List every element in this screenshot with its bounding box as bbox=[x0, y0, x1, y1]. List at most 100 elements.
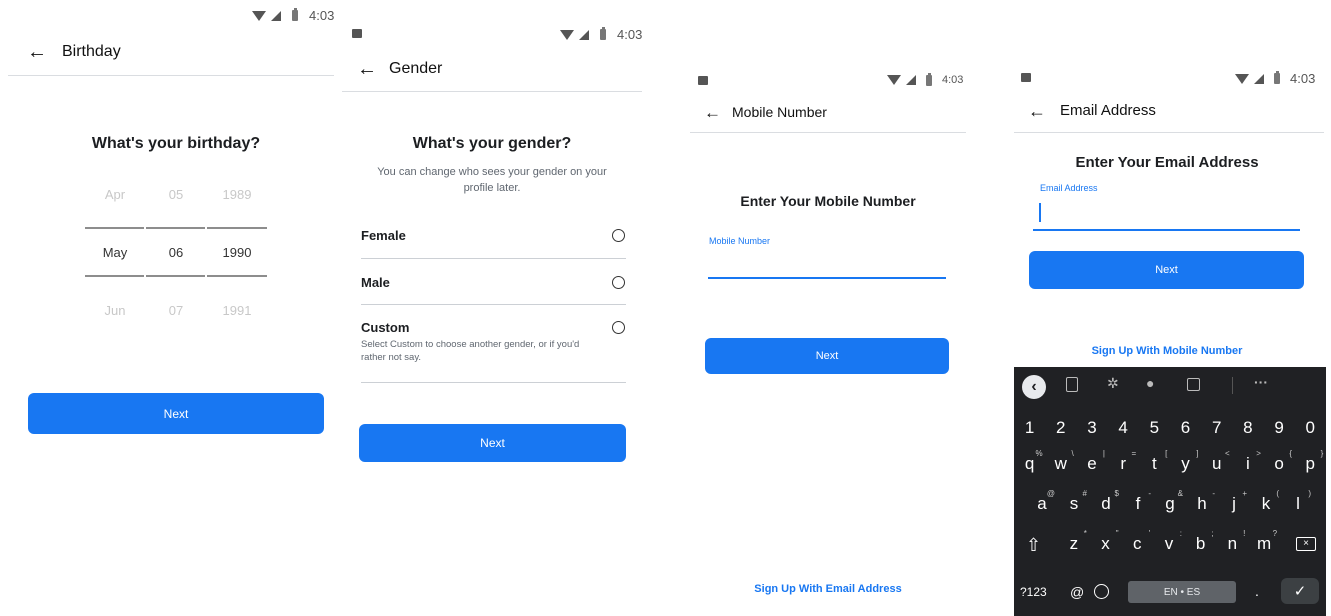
key-j[interactable]: j + bbox=[1220, 489, 1248, 514]
key-f[interactable]: f- bbox=[1124, 489, 1152, 514]
key-e[interactable]: e | bbox=[1078, 449, 1106, 474]
key-q[interactable]: q% bbox=[1016, 449, 1044, 474]
battery-icon bbox=[1274, 71, 1280, 84]
text-cursor bbox=[1039, 203, 1041, 222]
mobile-number-input[interactable] bbox=[708, 250, 946, 278]
key-2[interactable]: 2 bbox=[1047, 418, 1075, 438]
key-b[interactable]: b; bbox=[1187, 529, 1215, 554]
back-arrow-icon[interactable]: ← bbox=[27, 42, 47, 62]
next-button[interactable]: Next bbox=[1029, 251, 1304, 289]
key-d[interactable]: d $ bbox=[1092, 489, 1120, 514]
page-title: Mobile Number bbox=[732, 104, 827, 120]
picker-day-selected[interactable]: 06 bbox=[146, 245, 206, 260]
symbols-key[interactable]: ?123 bbox=[1020, 585, 1047, 599]
mobile-heading: Enter Your Mobile Number bbox=[740, 193, 916, 209]
page-title: Birthday bbox=[62, 43, 121, 60]
key-k[interactable]: k( bbox=[1252, 489, 1280, 514]
status-time: 4:03 bbox=[617, 27, 643, 42]
picker-day-prev[interactable]: 05 bbox=[146, 187, 206, 202]
key-6[interactable]: 6 bbox=[1172, 418, 1200, 438]
backspace-icon[interactable]: × bbox=[1296, 537, 1316, 551]
back-arrow-icon[interactable]: ← bbox=[1028, 101, 1046, 121]
key-y[interactable]: y] bbox=[1172, 449, 1200, 474]
picker-year-prev[interactable]: 1989 bbox=[207, 187, 267, 202]
radio-button[interactable] bbox=[612, 321, 625, 334]
sticker-icon[interactable] bbox=[1187, 378, 1200, 391]
key-x[interactable]: x " bbox=[1092, 529, 1120, 554]
settings-gear-icon[interactable]: ✲ bbox=[1107, 375, 1119, 392]
battery-icon bbox=[926, 72, 932, 86]
key-7[interactable]: 7 bbox=[1203, 418, 1231, 438]
sign-up-mobile-link[interactable]: Sign Up With Mobile Number bbox=[1014, 345, 1320, 357]
key-z[interactable]: z * bbox=[1060, 529, 1088, 554]
theme-palette-icon[interactable]: ● bbox=[1146, 375, 1154, 391]
picker-day-next[interactable]: 07 bbox=[146, 303, 206, 318]
key-t[interactable]: t[ bbox=[1140, 449, 1168, 474]
gender-option-female[interactable]: Female bbox=[361, 216, 628, 258]
header-divider bbox=[690, 132, 966, 133]
picker-month-next[interactable]: Jun bbox=[85, 303, 145, 318]
space-bar[interactable]: EN • ES bbox=[1128, 581, 1236, 603]
key-u[interactable]: u < bbox=[1203, 449, 1231, 474]
key-8[interactable]: 8 bbox=[1234, 418, 1262, 438]
next-button[interactable]: Next bbox=[28, 393, 324, 434]
birthday-picker[interactable]: Apr May Jun 05 06 07 1989 1990 1991 bbox=[85, 180, 267, 330]
key-a[interactable]: a @ bbox=[1028, 489, 1056, 514]
header-divider bbox=[1014, 132, 1324, 133]
picker-year-selected[interactable]: 1990 bbox=[207, 245, 267, 260]
key-r[interactable]: r = bbox=[1109, 449, 1137, 474]
picker-year-next[interactable]: 1991 bbox=[207, 303, 267, 318]
more-options-icon[interactable]: ··· bbox=[1254, 374, 1268, 390]
birthday-heading: What's your birthday? bbox=[91, 135, 261, 152]
key-i[interactable]: i > bbox=[1234, 449, 1262, 474]
email-heading: Enter Your Email Address bbox=[1075, 154, 1259, 171]
next-button[interactable]: Next bbox=[705, 338, 949, 374]
key-3[interactable]: 3 bbox=[1078, 418, 1106, 438]
back-arrow-icon[interactable]: ← bbox=[357, 59, 377, 79]
key-0[interactable]: 0 bbox=[1296, 418, 1324, 438]
period-key[interactable]: . bbox=[1255, 583, 1259, 599]
keyboard-row-numbers: 1 2 3 4 5 6 7 8 9 0 bbox=[1014, 418, 1326, 438]
key-p[interactable]: p} bbox=[1296, 449, 1324, 474]
back-arrow-icon[interactable]: ← bbox=[704, 103, 721, 123]
gender-option-custom[interactable]: Custom Select Custom to choose another g… bbox=[361, 312, 628, 378]
key-c[interactable]: c ' bbox=[1123, 529, 1151, 554]
wifi-icon bbox=[1235, 73, 1249, 84]
gender-subtitle: You can change who sees your gender on y… bbox=[377, 166, 607, 194]
key-v[interactable]: v: bbox=[1155, 529, 1183, 554]
key-l[interactable]: l) bbox=[1284, 489, 1312, 514]
key-s[interactable]: s # bbox=[1060, 489, 1088, 514]
picker-month-selected[interactable]: May bbox=[85, 245, 145, 260]
key-h[interactable]: h- bbox=[1188, 489, 1216, 514]
key-g[interactable]: g & bbox=[1156, 489, 1184, 514]
image-notification-icon bbox=[1021, 73, 1031, 82]
key-m[interactable]: m? bbox=[1250, 529, 1278, 554]
key-o[interactable]: o{ bbox=[1265, 449, 1293, 474]
email-field-label: Email Address bbox=[1040, 183, 1098, 193]
wifi-icon bbox=[887, 75, 901, 85]
key-4[interactable]: 4 bbox=[1109, 418, 1137, 438]
toolbar-divider bbox=[1232, 377, 1233, 394]
clipboard-icon[interactable] bbox=[1066, 377, 1078, 392]
keyboard-collapse-button[interactable]: ‹ bbox=[1022, 375, 1046, 399]
picker-line bbox=[85, 275, 144, 277]
key-9[interactable]: 9 bbox=[1265, 418, 1293, 438]
key-1[interactable]: 1 bbox=[1016, 418, 1044, 438]
enter-check-button[interactable]: ✓ bbox=[1281, 578, 1319, 604]
sign-up-email-link[interactable]: Sign Up With Email Address bbox=[690, 583, 966, 595]
next-button[interactable]: Next bbox=[359, 424, 626, 462]
shift-key-icon[interactable]: ⇧ bbox=[1026, 535, 1041, 556]
picker-month-prev[interactable]: Apr bbox=[85, 187, 145, 202]
at-key[interactable]: @ bbox=[1070, 584, 1084, 600]
key-5[interactable]: 5 bbox=[1140, 418, 1168, 438]
picker-line bbox=[146, 227, 205, 229]
picker-line bbox=[85, 227, 144, 229]
gender-option-male[interactable]: Male bbox=[361, 262, 628, 304]
key-n[interactable]: n! bbox=[1218, 529, 1246, 554]
email-input[interactable] bbox=[1033, 199, 1300, 229]
emoji-icon[interactable] bbox=[1094, 584, 1109, 599]
key-w[interactable]: w \ bbox=[1047, 449, 1075, 474]
radio-button[interactable] bbox=[612, 276, 625, 289]
signal-icon bbox=[906, 75, 916, 85]
radio-button[interactable] bbox=[612, 229, 625, 242]
